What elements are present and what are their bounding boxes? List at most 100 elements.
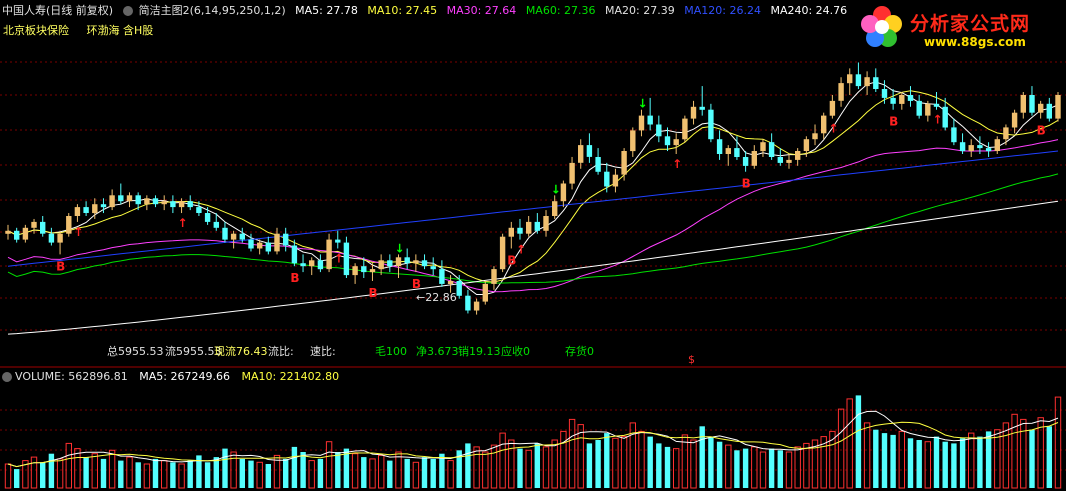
candle-body <box>213 221 219 228</box>
volume-bar <box>170 462 176 488</box>
buy-signal-mark: B <box>1037 124 1046 138</box>
volume-bar <box>968 432 975 489</box>
volume-bar <box>48 453 55 488</box>
tag-h-share[interactable]: 含H股 <box>123 24 153 37</box>
volume-bar <box>577 424 584 489</box>
info-current-float: 现流76.43 <box>214 345 268 358</box>
volume-value: VOLUME: 562896.81 <box>15 370 128 383</box>
volume-bar <box>933 436 940 488</box>
candle-body <box>977 145 983 149</box>
candle-body <box>1029 95 1035 113</box>
candle-body <box>1046 103 1052 119</box>
logo-url[interactable]: www.88gs.com <box>924 35 1026 49</box>
candle-body <box>265 242 271 252</box>
low-arrow-icon: ← <box>416 291 426 304</box>
volume-bar <box>716 441 723 488</box>
settings-icon[interactable] <box>122 6 133 16</box>
candle-body <box>578 145 584 163</box>
volume-bar <box>30 456 38 489</box>
candle-body <box>22 227 29 240</box>
volume-bar <box>40 462 46 488</box>
tag-insurance[interactable]: 保险 <box>47 24 69 37</box>
candle-body <box>317 260 324 270</box>
volume-bar <box>1002 422 1010 489</box>
candle-body <box>881 89 888 98</box>
volume-bar <box>291 446 298 488</box>
candle-body <box>430 266 436 270</box>
tag-beijing[interactable]: 北京板块 <box>3 24 47 37</box>
volume-bar <box>74 448 81 489</box>
candle-body <box>708 109 714 140</box>
indicator-name[interactable]: 简洁主图2(6,14,95,250,1,2) <box>139 4 286 17</box>
down-arrow-signal: ↓ <box>551 182 561 196</box>
volume-ma10: MA10: 221402.80 <box>241 370 340 383</box>
candle-body <box>473 301 480 311</box>
candle-body <box>48 233 55 243</box>
candle-body <box>326 239 332 270</box>
volume-bar <box>916 440 922 488</box>
candle-body <box>109 195 115 208</box>
stock-title[interactable]: 中国人寿(日线 前复权) <box>2 4 113 17</box>
candle-body <box>517 227 523 234</box>
candle-body <box>66 216 72 234</box>
volume-bar <box>325 441 333 489</box>
candle-body <box>40 221 46 234</box>
volume-bar <box>890 434 896 488</box>
candle-body <box>170 201 176 208</box>
volume-bar <box>959 438 966 488</box>
volume-bar <box>620 436 628 489</box>
volume-bar <box>873 429 879 488</box>
volume-bar <box>612 437 619 489</box>
candle-body <box>447 281 454 284</box>
volume-bar <box>256 461 263 489</box>
candle-body <box>230 233 237 240</box>
volume-bar <box>118 460 124 488</box>
candle-body <box>395 257 402 267</box>
ma120-value: MA120: 26.24 <box>684 4 761 17</box>
candle-body <box>777 157 783 163</box>
tag-bohai[interactable]: 环渤海 <box>87 24 120 37</box>
volume-bar <box>508 439 515 489</box>
buy-signal-mark: B <box>412 277 421 291</box>
candle-body <box>1038 103 1044 113</box>
volume-bar <box>994 429 1001 489</box>
volume-bar <box>1046 426 1052 488</box>
info-gross: 毛100 <box>375 345 407 358</box>
volume-bar <box>308 460 315 489</box>
volume-bar <box>378 454 385 489</box>
volume-bar <box>56 458 64 489</box>
candle-body <box>413 260 419 264</box>
candle-body <box>768 142 775 157</box>
volume-bar <box>4 463 12 489</box>
candle-body <box>725 148 731 154</box>
volume-bar <box>404 458 410 488</box>
candle-body <box>1020 95 1026 113</box>
site-logo: 分析家公式网 www.88gs.com <box>858 4 1058 52</box>
ma10-line <box>7 90 1059 283</box>
candle-body <box>552 201 558 216</box>
candle-body <box>1055 95 1061 119</box>
info-net: 净3.673 <box>416 345 459 358</box>
candle-body <box>274 233 280 252</box>
candle-body <box>239 233 245 240</box>
volume-bar <box>213 457 219 488</box>
volume-settings-icon[interactable] <box>2 372 12 382</box>
info-speed-ratio: 速比: <box>310 345 336 358</box>
volume-bar <box>863 422 871 489</box>
candle-body <box>248 239 254 249</box>
volume-bar <box>465 443 471 488</box>
volume-bar <box>647 436 653 488</box>
volume-bar <box>664 446 671 488</box>
candle-body <box>586 145 593 157</box>
volume-bar <box>283 458 289 488</box>
candle-body <box>595 157 601 172</box>
candle-body <box>959 142 966 152</box>
volume-bar <box>951 443 957 488</box>
volume-bar <box>837 408 845 489</box>
candle-body <box>196 207 202 213</box>
volume-bar <box>708 436 714 488</box>
candle-body <box>335 239 341 243</box>
ma5-value: MA5: 27.78 <box>295 4 358 17</box>
candle-body <box>734 148 740 157</box>
candle-body <box>699 106 705 110</box>
